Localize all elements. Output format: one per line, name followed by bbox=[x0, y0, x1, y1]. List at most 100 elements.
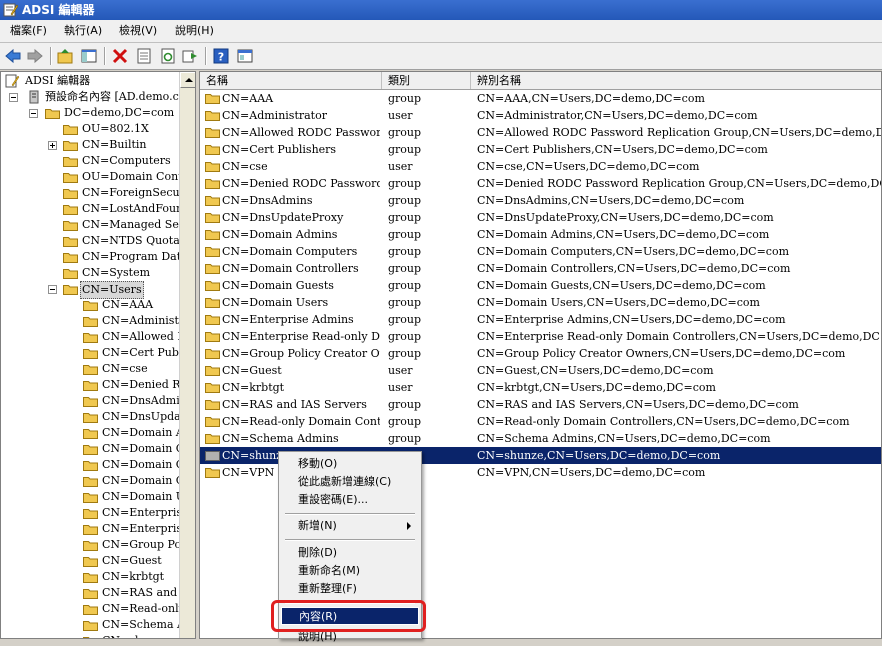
row-class: group bbox=[388, 143, 422, 156]
collapse-toggle[interactable] bbox=[48, 285, 57, 294]
tree-item[interactable]: CN=Read-only I bbox=[83, 601, 195, 617]
folder-icon bbox=[205, 434, 220, 444]
list-row[interactable]: CN=Domain Controllers group CN=Domain Cont… bbox=[200, 260, 881, 277]
tree-item[interactable]: CN=Guest bbox=[83, 553, 164, 569]
ctx-move[interactable]: 移動(O) bbox=[281, 455, 419, 473]
mmc-window-icon[interactable] bbox=[236, 47, 254, 65]
tree-item[interactable]: CN=Users bbox=[48, 281, 144, 299]
ctx-new[interactable]: 新增(N) bbox=[281, 517, 419, 535]
tree-item[interactable]: CN=Schema Ad bbox=[83, 617, 194, 633]
tree-item[interactable]: CN=Managed Servic bbox=[49, 217, 195, 233]
list-row[interactable]: CN=Enterprise Read-only Dom... group CN=En… bbox=[200, 328, 881, 345]
tree-item[interactable]: CN=Computers bbox=[49, 153, 173, 169]
collapse-toggle[interactable] bbox=[29, 109, 38, 118]
adsi-editor-icon bbox=[5, 74, 20, 88]
refresh-icon[interactable] bbox=[159, 47, 177, 65]
tree-item-label: CN=Computers bbox=[82, 154, 171, 167]
list-row[interactable]: CN=AAA group CN=AAA,CN=Users,DC=demo,DC=co… bbox=[200, 90, 881, 107]
list-row[interactable]: CN=Read-only Domain Contro... group CN=Rea… bbox=[200, 413, 881, 430]
tree-item[interactable]: CN=Builtin bbox=[48, 137, 149, 153]
ctx-reset-password[interactable]: 重設密碼(E)... bbox=[281, 491, 419, 509]
list-row[interactable]: CN=Allowed RODC Password ... group CN=Allo… bbox=[200, 124, 881, 141]
help-icon[interactable]: ? bbox=[212, 47, 230, 65]
tree-naming-context[interactable]: 預設命名內容 [AD.demo.co bbox=[9, 89, 187, 105]
menu-file[interactable]: 檔案(F) bbox=[6, 23, 51, 39]
scroll-up-icon[interactable] bbox=[180, 72, 195, 88]
folder-icon bbox=[63, 253, 78, 263]
tree-item[interactable]: OU=802.1X bbox=[49, 121, 151, 137]
up-folder-icon[interactable] bbox=[56, 47, 74, 65]
row-distinguished-name: CN=Domain Admins,CN=Users,DC=demo,DC=com bbox=[477, 228, 770, 241]
row-class: group bbox=[388, 313, 422, 326]
list-row[interactable]: CN=Administrator user CN=Administrator,CN=… bbox=[200, 107, 881, 124]
row-distinguished-name: CN=Domain Controllers,CN=Users,DC=demo,D… bbox=[477, 262, 791, 275]
row-name: CN=Domain Controllers bbox=[222, 262, 359, 275]
list-row[interactable]: CN=RAS and IAS Servers group CN=RAS and IA… bbox=[200, 396, 881, 413]
tree-item[interactable]: CN=System bbox=[49, 265, 152, 281]
list-row[interactable]: CN=Domain Guests group CN=Domain Guests,CN… bbox=[200, 277, 881, 294]
ctx-rename[interactable]: 重新命名(M) bbox=[281, 562, 419, 580]
list-row[interactable]: CN=Domain Computers group CN=Domain Comput… bbox=[200, 243, 881, 260]
tree-item[interactable]: CN=LostAndFound bbox=[49, 201, 192, 217]
list-header: 名稱 類別 辨別名稱 bbox=[200, 72, 881, 90]
menu-view[interactable]: 檢視(V) bbox=[115, 23, 161, 39]
row-name: CN=Domain Computers bbox=[222, 245, 358, 258]
tree-item[interactable]: CN=Program Data bbox=[49, 249, 190, 265]
list-row[interactable]: CN=Enterprise Admins group CN=Enterprise A… bbox=[200, 311, 881, 328]
tree-item[interactable]: CN=krbtgt bbox=[83, 569, 166, 585]
menu-action[interactable]: 執行(A) bbox=[60, 23, 106, 39]
tree-item[interactable]: CN=ForeignSecurity bbox=[49, 185, 195, 201]
tree-item[interactable]: CN=Domain Gu bbox=[83, 473, 194, 489]
export-list-icon[interactable] bbox=[181, 47, 199, 65]
column-header-name[interactable]: 名稱 bbox=[200, 72, 382, 89]
expand-toggle[interactable] bbox=[48, 141, 57, 150]
tree-item[interactable]: CN=cse bbox=[83, 361, 150, 377]
list-row[interactable]: CN=krbtgt user CN=krbtgt,CN=Users,DC=demo,… bbox=[200, 379, 881, 396]
tree-domain[interactable]: DC=demo,DC=com bbox=[29, 105, 176, 121]
tree-item[interactable]: CN=AAA bbox=[83, 297, 155, 313]
tree-item[interactable]: CN=Domain Ad bbox=[83, 425, 193, 441]
collapse-toggle[interactable] bbox=[9, 93, 18, 102]
back-arrow-icon[interactable] bbox=[4, 47, 22, 65]
forward-arrow-icon[interactable] bbox=[26, 47, 44, 65]
folder-icon bbox=[205, 247, 220, 257]
properties-icon[interactable] bbox=[135, 47, 153, 65]
list-row[interactable]: CN=Group Policy Creator Own... group CN=Gr… bbox=[200, 345, 881, 362]
row-distinguished-name: CN=DnsAdmins,CN=Users,DC=demo,DC=com bbox=[477, 194, 745, 207]
list-row[interactable]: CN=Domain Users group CN=Domain Users,CN=U… bbox=[200, 294, 881, 311]
list-row[interactable]: CN=Guest user CN=Guest,CN=Users,DC=demo,DC… bbox=[200, 362, 881, 379]
list-row[interactable]: CN=Schema Admins group CN=Schema Admins,CN… bbox=[200, 430, 881, 447]
row-name: CN=Enterprise Read-only Dom... bbox=[222, 330, 380, 343]
tree-root[interactable]: ADSI 編輯器 bbox=[5, 73, 92, 89]
row-class: group bbox=[388, 432, 422, 445]
row-distinguished-name: CN=Domain Users,CN=Users,DC=demo,DC=com bbox=[477, 296, 760, 309]
tree-scrollbar[interactable] bbox=[179, 72, 195, 638]
tree-item[interactable]: CN=NTDS Quotas bbox=[49, 233, 187, 249]
row-distinguished-name: CN=Guest,CN=Users,DC=demo,DC=com bbox=[477, 364, 714, 377]
tree-item[interactable]: CN=Domain Co bbox=[83, 441, 193, 457]
list-row[interactable]: CN=DnsUpdateProxy group CN=DnsUpdateProxy,… bbox=[200, 209, 881, 226]
ctx-add-connection-from-here[interactable]: 從此處新增連線(C) bbox=[281, 473, 419, 491]
folder-icon bbox=[63, 285, 78, 295]
list-row[interactable]: CN=Domain Admins group CN=Domain Admins,CN… bbox=[200, 226, 881, 243]
tree-item[interactable]: OU=Domain Contro bbox=[49, 169, 195, 185]
list-row[interactable]: CN=Cert Publishers group CN=Cert Publisher… bbox=[200, 141, 881, 158]
list-row[interactable]: CN=cse user CN=cse,CN=Users,DC=demo,DC=com bbox=[200, 158, 881, 175]
ctx-delete[interactable]: 刪除(D) bbox=[281, 544, 419, 562]
tree-item[interactable]: CN=DnsAdmins bbox=[83, 393, 194, 409]
highlight-annotation bbox=[271, 600, 426, 632]
folder-icon bbox=[83, 317, 98, 327]
ctx-refresh[interactable]: 重新整理(F) bbox=[281, 580, 419, 598]
menu-help[interactable]: 說明(H) bbox=[171, 23, 218, 39]
list-row[interactable]: CN=DnsAdmins group CN=DnsAdmins,CN=Users,D… bbox=[200, 192, 881, 209]
show-hide-tree-icon[interactable] bbox=[80, 47, 98, 65]
tree-item[interactable]: CN=Domain Us bbox=[83, 489, 193, 505]
column-header-class[interactable]: 類別 bbox=[382, 72, 471, 89]
tree-item[interactable]: CN=Domain Co bbox=[83, 457, 193, 473]
tree-item[interactable]: CN=shunze bbox=[83, 633, 170, 638]
column-header-dn[interactable]: 辨別名稱 bbox=[471, 72, 881, 89]
tree-item-label: CN=krbtgt bbox=[102, 570, 165, 583]
list-row[interactable]: CN=Denied RODC Password R... group CN=Deni… bbox=[200, 175, 881, 192]
row-name: CN=Schema Admins bbox=[222, 432, 339, 445]
delete-icon[interactable] bbox=[111, 47, 129, 65]
